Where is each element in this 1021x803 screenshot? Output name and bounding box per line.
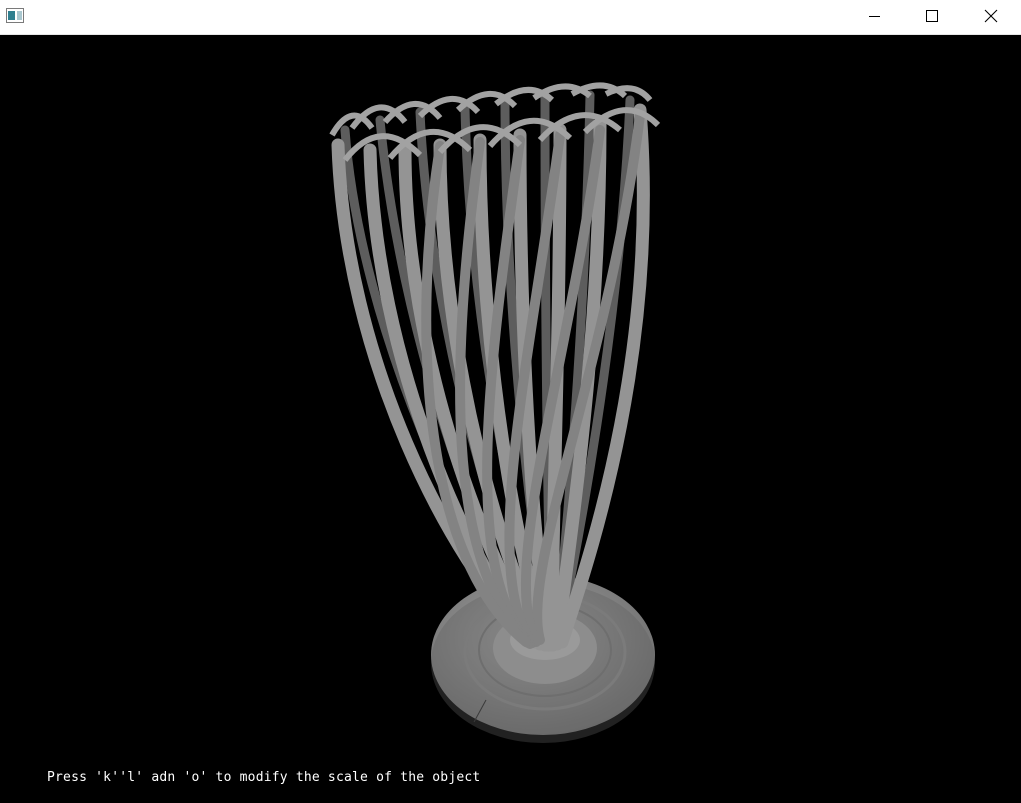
title-bar[interactable] xyxy=(0,0,1021,35)
app-window-icon xyxy=(6,8,24,23)
scale-hint-text: Press 'k''l' adn 'o' to modify the scale… xyxy=(47,770,481,785)
app-window: Press 'k''l' adn 'o' to modify the scale… xyxy=(0,0,1021,803)
minimize-icon xyxy=(869,16,880,17)
close-button[interactable] xyxy=(961,0,1019,34)
maximize-button[interactable] xyxy=(903,0,961,34)
minimize-button[interactable] xyxy=(845,0,903,34)
close-icon xyxy=(984,9,998,23)
render-viewport[interactable]: Press 'k''l' adn 'o' to modify the scale… xyxy=(0,35,1021,803)
maximize-icon xyxy=(926,10,938,22)
vase-3d-model[interactable] xyxy=(0,35,1021,803)
